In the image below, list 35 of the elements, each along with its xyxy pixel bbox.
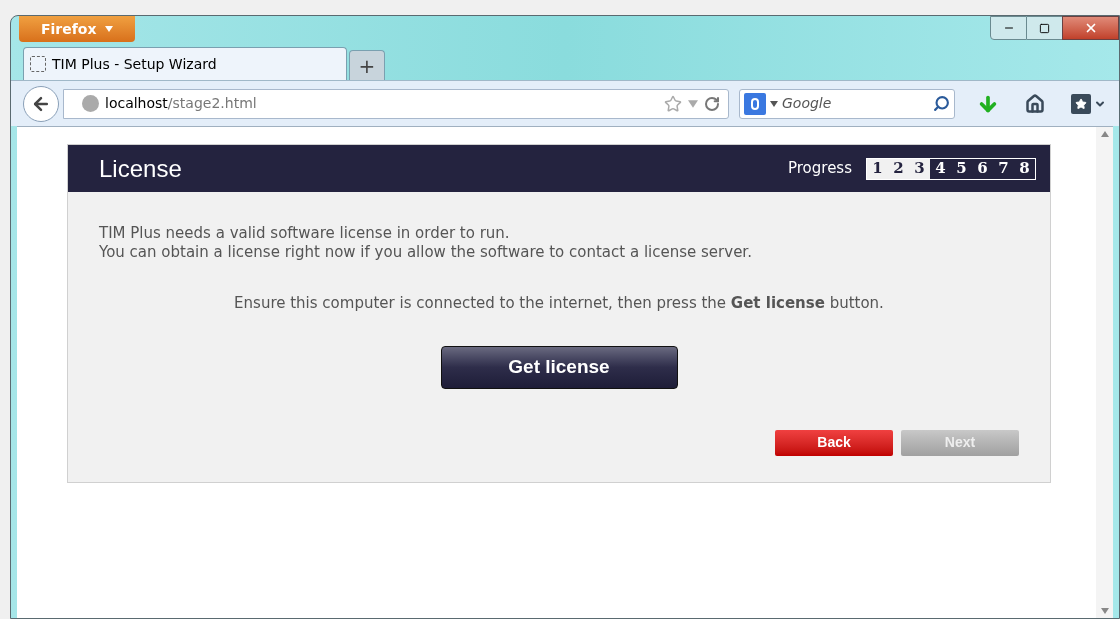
browser-tab[interactable]: TIM Plus - Setup Wizard	[23, 47, 347, 80]
progress-label: Progress	[788, 158, 852, 180]
back-button[interactable]	[23, 85, 59, 122]
reload-icon[interactable]	[704, 95, 720, 112]
search-field[interactable]: Google	[739, 88, 955, 119]
scrollbar[interactable]	[1096, 127, 1113, 618]
search-icon[interactable]	[933, 95, 950, 112]
caret-icon	[104, 26, 113, 32]
intro-text: You can obtain a license right now if you allow the software to contact a license server.	[99, 243, 753, 262]
address-text: localhost/stage2.html	[105, 94, 258, 113]
caret-icon	[770, 100, 778, 107]
get-license-button[interactable]: Get license	[440, 345, 678, 389]
intro-text: TIM Plus needs a valid software license in order to run.	[99, 224, 511, 243]
progress-step: 3	[909, 158, 930, 179]
globe-icon	[82, 95, 99, 112]
maximize-button[interactable]	[1027, 16, 1062, 40]
nav-button[interactable]: Back	[775, 429, 893, 456]
home-icon[interactable]	[1025, 93, 1045, 114]
progress-step: 1	[867, 158, 888, 179]
instruction-text: Ensure this computer is connected to the internet, then press the Get license button.	[233, 293, 885, 314]
progress-step: 2	[888, 158, 909, 179]
bookmarks-icon[interactable]	[1071, 93, 1106, 114]
caret-icon	[1100, 608, 1109, 614]
bookmark-star-icon[interactable]	[664, 94, 682, 113]
close-button[interactable]	[1062, 16, 1119, 40]
page-icon	[30, 56, 46, 72]
maximize-icon	[1039, 22, 1050, 34]
caret-icon	[1100, 131, 1109, 137]
address-field[interactable]: localhost/stage2.html	[63, 88, 729, 119]
search-engine-icon[interactable]	[744, 92, 766, 115]
tab-title: TIM Plus - Setup Wizard	[52, 54, 217, 74]
new-tab-button[interactable]: +	[349, 50, 385, 80]
wizard-title: License	[99, 153, 182, 184]
search-input[interactable]: Google	[782, 93, 929, 114]
caret-icon	[688, 99, 698, 108]
